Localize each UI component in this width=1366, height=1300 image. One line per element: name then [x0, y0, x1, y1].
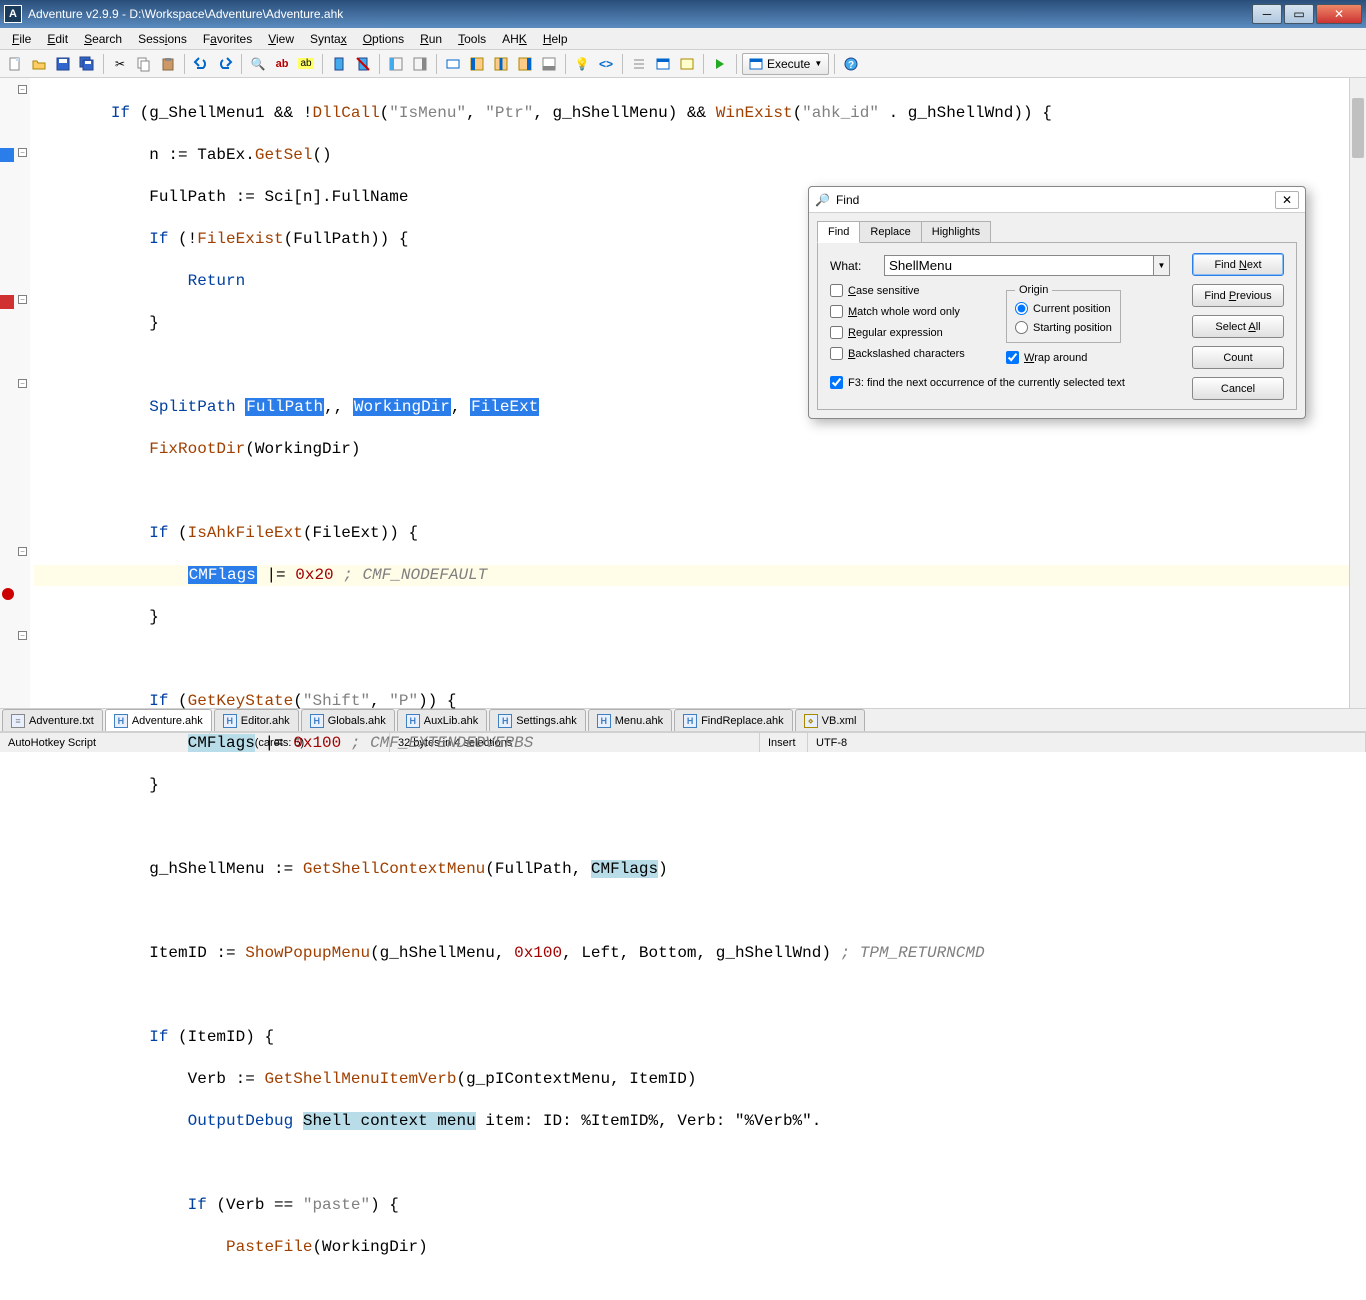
editor-area: − − − − − − If (g_ShellMenu1 && !DllCall… [0, 78, 1366, 708]
maximize-button[interactable]: ▭ [1284, 4, 1314, 24]
whole-word-checkbox[interactable]: Match whole word only [830, 305, 990, 318]
wrap-around-checkbox[interactable]: Wrap around [1006, 351, 1121, 364]
find-close-button[interactable]: ✕ [1275, 191, 1299, 209]
panel3-icon[interactable] [514, 53, 536, 75]
list-icon[interactable] [628, 53, 650, 75]
find-what-dropdown[interactable]: ▼ [1154, 255, 1170, 276]
execute-button[interactable]: Execute ▼ [742, 53, 829, 75]
menu-syntax[interactable]: Syntax [302, 30, 355, 48]
find-previous-button[interactable]: Find Previous [1192, 284, 1284, 307]
count-button[interactable]: Count [1192, 346, 1284, 369]
select-all-button[interactable]: Select All [1192, 315, 1284, 338]
find-dialog-titlebar[interactable]: 🔎 Find ✕ [809, 187, 1305, 213]
open-file-icon[interactable] [28, 53, 50, 75]
menu-search[interactable]: Search [76, 30, 130, 48]
tab-replace[interactable]: Replace [859, 221, 921, 243]
cancel-button[interactable]: Cancel [1192, 377, 1284, 400]
chevron-down-icon: ▼ [814, 59, 822, 68]
menu-favorites[interactable]: Favorites [195, 30, 260, 48]
menu-edit[interactable]: Edit [39, 30, 76, 48]
breakpoint-marker[interactable] [2, 588, 14, 600]
replace-icon[interactable]: ab [271, 53, 293, 75]
new-file-icon[interactable] [4, 53, 26, 75]
fold-toggle[interactable]: − [18, 295, 27, 304]
menu-help[interactable]: Help [535, 30, 576, 48]
find-icon[interactable]: 🔍 [247, 53, 269, 75]
copy-icon[interactable] [133, 53, 155, 75]
sidebar-left-icon[interactable] [385, 53, 407, 75]
fold-toggle[interactable]: − [18, 148, 27, 157]
menu-file[interactable]: File [4, 30, 39, 48]
execute-icon [749, 57, 763, 71]
menu-view[interactable]: View [260, 30, 302, 48]
find-dialog: 🔎 Find ✕ Find Replace Highlights Find Ne… [808, 186, 1306, 419]
menu-ahk[interactable]: AHK [494, 30, 535, 48]
binoculars-icon: 🔎 [815, 193, 830, 207]
tip-icon[interactable]: 💡 [571, 53, 593, 75]
menu-run[interactable]: Run [412, 30, 450, 48]
minimize-button[interactable]: ─ [1252, 4, 1282, 24]
panel1-icon[interactable] [466, 53, 488, 75]
menu-bar: File Edit Search Sessions Favorites View… [0, 28, 1366, 50]
file-icon: ≡ [11, 714, 25, 728]
origin-group: Origin Current position Starting positio… [1006, 284, 1121, 343]
origin-current-radio[interactable]: Current position [1015, 302, 1112, 315]
clear-bookmark-icon[interactable] [352, 53, 374, 75]
fold-toggle[interactable]: − [18, 547, 27, 556]
play-icon[interactable] [709, 53, 731, 75]
tab-highlights[interactable]: Highlights [921, 221, 991, 243]
app-icon: A [4, 5, 22, 23]
case-sensitive-checkbox[interactable]: Case sensitive [830, 284, 990, 297]
tool1-icon[interactable] [676, 53, 698, 75]
bookmark-gutter[interactable] [0, 78, 16, 708]
save-all-icon[interactable] [76, 53, 98, 75]
find-what-input[interactable] [884, 255, 1154, 276]
menu-options[interactable]: Options [355, 30, 412, 48]
save-icon[interactable] [52, 53, 74, 75]
window-icon[interactable] [652, 53, 674, 75]
backslash-checkbox[interactable]: Backslashed characters [830, 347, 990, 360]
scrollbar-thumb[interactable] [1352, 98, 1364, 158]
bookmark-icon[interactable] [328, 53, 350, 75]
svg-text:?: ? [848, 60, 854, 71]
close-button[interactable]: ✕ [1316, 4, 1362, 24]
f3-checkbox[interactable]: F3: find the next occurrence of the curr… [830, 376, 1125, 389]
fold-toggle[interactable]: − [18, 631, 27, 640]
regex-checkbox[interactable]: Regular expression [830, 326, 990, 339]
output-icon[interactable] [442, 53, 464, 75]
redo-icon[interactable] [214, 53, 236, 75]
brackets-icon[interactable]: <> [595, 53, 617, 75]
find-next-button[interactable]: Find Next [1192, 253, 1284, 276]
tab-find[interactable]: Find [817, 221, 860, 243]
toolbar: ✂ 🔍 ab ab 💡 <> Execute ▼ ? [0, 50, 1366, 78]
origin-start-radio[interactable]: Starting position [1015, 321, 1112, 334]
bookmark-marker[interactable] [0, 295, 14, 309]
sidebar-right-icon[interactable] [409, 53, 431, 75]
find-dialog-title: Find [836, 193, 859, 207]
bookmark-marker[interactable] [0, 148, 14, 162]
what-label: What: [830, 259, 884, 273]
window-title: Adventure v2.9.9 - D:\Workspace\Adventur… [28, 7, 1252, 21]
vertical-scrollbar[interactable] [1349, 78, 1366, 708]
title-bar: A Adventure v2.9.9 - D:\Workspace\Advent… [0, 0, 1366, 28]
paste-icon[interactable] [157, 53, 179, 75]
execute-label: Execute [767, 57, 810, 71]
highlight-icon[interactable]: ab [295, 53, 317, 75]
menu-sessions[interactable]: Sessions [130, 30, 195, 48]
menu-tools[interactable]: Tools [450, 30, 494, 48]
cut-icon[interactable]: ✂ [109, 53, 131, 75]
help-icon[interactable]: ? [840, 53, 862, 75]
undo-icon[interactable] [190, 53, 212, 75]
panel4-icon[interactable] [538, 53, 560, 75]
fold-toggle[interactable]: − [18, 85, 27, 94]
fold-gutter[interactable]: − − − − − − [16, 78, 30, 708]
fold-toggle[interactable]: − [18, 379, 27, 388]
panel2-icon[interactable] [490, 53, 512, 75]
